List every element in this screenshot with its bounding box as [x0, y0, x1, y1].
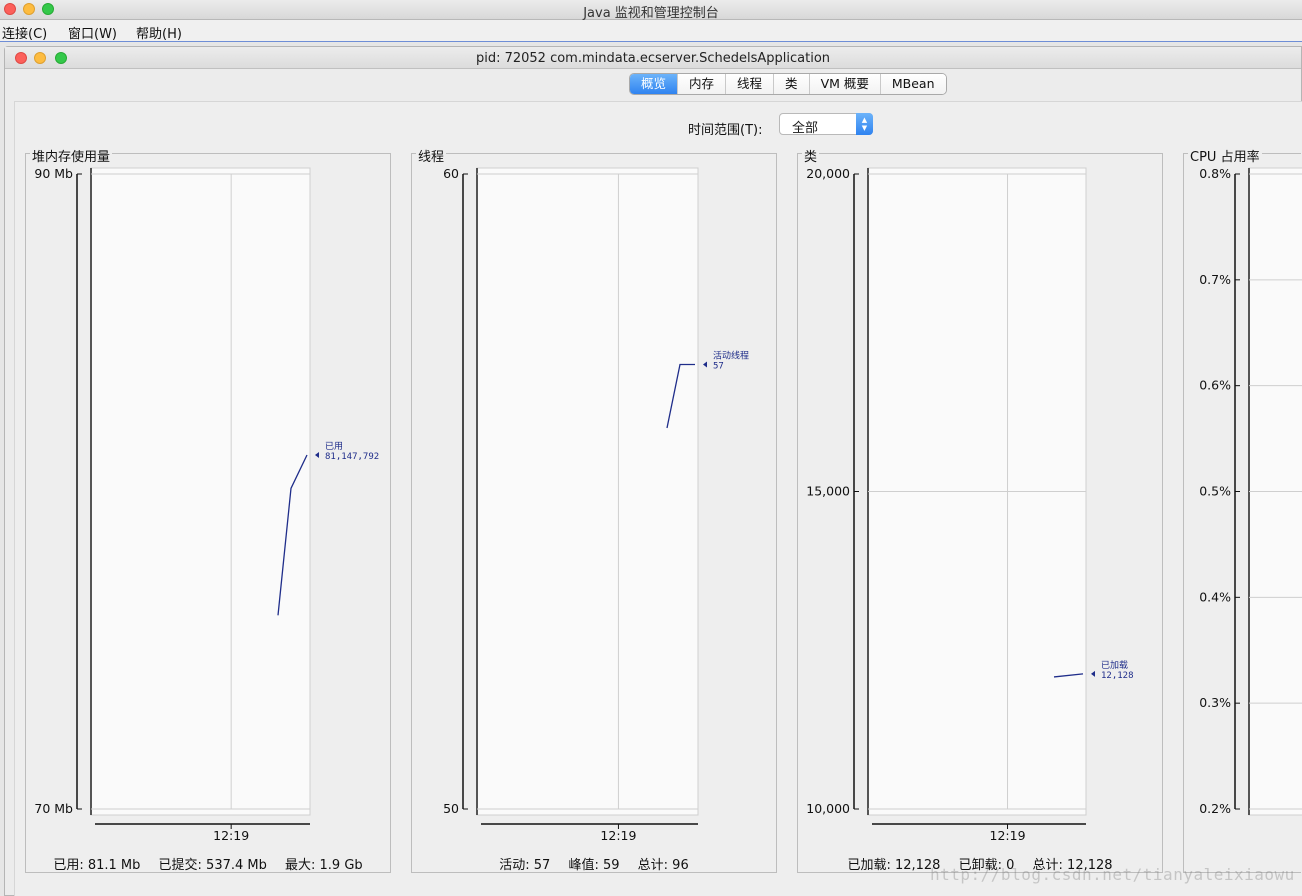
- tab-mbean[interactable]: MBean: [880, 74, 946, 94]
- connection-window-titlebar: pid: 72052 com.mindata.ecserver.Schedels…: [5, 47, 1301, 69]
- heap-used-stat: 已用: 81.1 Mb: [53, 858, 141, 873]
- threads-panel: 线程 60 50 12:19 活动线程 57 活动: 57 峰值: 59 总计: 96: [411, 146, 777, 873]
- y-tick-label: 70 Mb: [34, 801, 73, 816]
- y-tick-label: 15,000: [806, 484, 850, 499]
- series-value-label: 12,128: [1101, 671, 1134, 681]
- tab-threads[interactable]: 线程: [726, 74, 775, 94]
- tab-overview[interactable]: 概览: [630, 74, 679, 94]
- plot-area: [90, 167, 311, 816]
- threads-peak-stat: 峰值: 59: [568, 858, 620, 873]
- y-tick-label: 90 Mb: [34, 166, 73, 181]
- menu-help[interactable]: 帮助(H): [136, 23, 182, 42]
- y-tick-label: 0.8%: [1199, 166, 1231, 181]
- series-value-label: 57: [713, 362, 724, 372]
- heap-committed-stat: 已提交: 537.4 Mb: [158, 858, 267, 873]
- y-tick-label: 0.4%: [1199, 589, 1231, 604]
- heap-max-stat: 最大: 1.9 Gb: [285, 858, 363, 873]
- y-tick-label: 20,000: [806, 166, 850, 181]
- y-tick-label: 0.6%: [1199, 378, 1231, 393]
- y-tick-label: 0.7%: [1199, 272, 1231, 287]
- series-name-label: 已加载: [1101, 659, 1128, 671]
- threads-panel-footer: 活动: 57 峰值: 59 总计: 96: [412, 854, 776, 873]
- plot-area: [476, 167, 699, 816]
- threads-total-stat: 总计: 96: [637, 858, 689, 873]
- x-tick-label: 12:19: [600, 828, 636, 843]
- menu-connection[interactable]: 连接(C): [2, 23, 47, 42]
- heap-chart: 90 Mb 70 Mb 12:19 已用81,147,792: [34, 166, 379, 843]
- menubar: 连接(C) 窗口(W) 帮助(H): [0, 20, 1302, 42]
- y-tick-label: 60: [443, 166, 459, 181]
- y-tick-label: 50: [443, 801, 459, 816]
- tab-bar: 概览 内存 线程 类 VM 概要 MBean: [629, 73, 947, 95]
- connection-window-title: pid: 72052 com.mindata.ecserver.Schedels…: [475, 51, 831, 66]
- x-tick-label: 12:19: [213, 828, 249, 843]
- series-marker: [703, 361, 707, 368]
- heap-panel-footer: 已用: 81.1 Mb 已提交: 537.4 Mb 最大: 1.9 Gb: [26, 854, 390, 873]
- cpu-chart: 0.8% 0.7% 0.6% 0.5% 0.4% 0.3% 0.2%: [1199, 166, 1302, 816]
- heap-memory-panel: 堆内存使用量 90 Mb 70 Mb 12:19 已用 81,147,792 已用: 8…: [25, 146, 391, 873]
- time-range-value: 全部: [792, 121, 819, 136]
- y-tick-label: 0.2%: [1199, 801, 1231, 816]
- tab-memory[interactable]: 内存: [678, 74, 727, 94]
- series-marker: [1091, 670, 1095, 677]
- series-marker: [315, 451, 319, 458]
- watermark-text: http://blog.csdn.net/tianyaleixiaowu: [930, 865, 1295, 884]
- time-range-label: 时间范围(T):: [688, 123, 763, 138]
- x-tick-label: 12:19: [990, 828, 1026, 843]
- menu-window[interactable]: 窗口(W): [68, 23, 117, 42]
- app-title: Java 监视和管理控制台: [583, 6, 719, 21]
- time-range-select[interactable]: 全部 ▲ ▼: [779, 113, 873, 136]
- classes-loaded-stat: 已加载: 12,128: [847, 858, 941, 873]
- series-name-label: 已用: [325, 441, 343, 452]
- series-name-label: 活动线程: [713, 350, 749, 362]
- classes-panel: 类 20,000 15,000 10,000 12:19 已加载 12,128 已加载: …: [797, 146, 1163, 873]
- app-titlebar: Java 监视和管理控制台: [0, 0, 1302, 21]
- select-updown-icon: ▲ ▼: [856, 113, 873, 135]
- threads-chart: 60 50 12:19 活动线程57: [443, 166, 749, 843]
- cpu-usage-panel: CPU 占用率 0.8% 0.7% 0.6% 0.5% 0.4% 0.3% 0.2%: [1183, 146, 1302, 873]
- series-value-label: 81,147,792: [325, 452, 379, 462]
- classes-chart: 20,000 15,000 10,000 12:19 已加载12,128: [806, 166, 1134, 843]
- connection-window: pid: 72052 com.mindata.ecserver.Schedels…: [4, 46, 1302, 896]
- threads-live-stat: 活动: 57: [499, 858, 551, 873]
- tab-vm-summary[interactable]: VM 概要: [809, 74, 881, 94]
- tab-classes[interactable]: 类: [774, 74, 810, 94]
- y-tick-label: 10,000: [806, 801, 850, 816]
- y-tick-label: 0.3%: [1199, 695, 1231, 710]
- y-tick-label: 0.5%: [1199, 484, 1231, 499]
